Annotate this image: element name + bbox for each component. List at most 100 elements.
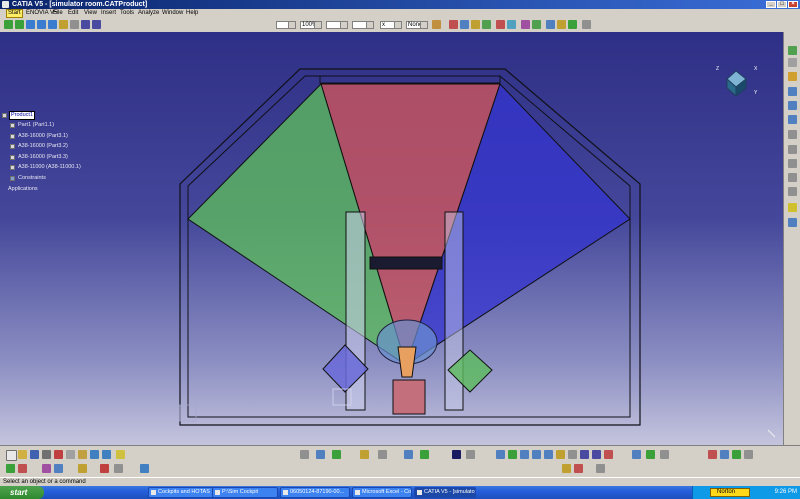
zoom-out-view-icon[interactable] bbox=[544, 450, 553, 459]
tree-item-a38-1[interactable]: A38-16000 (Part3.1) bbox=[18, 133, 68, 140]
explode-tool-icon[interactable] bbox=[788, 115, 797, 124]
menu-edit[interactable]: Edit bbox=[68, 9, 78, 18]
selective-load-icon[interactable] bbox=[532, 20, 541, 29]
measure-icon[interactable] bbox=[42, 464, 51, 473]
render-view-icon[interactable] bbox=[580, 450, 589, 459]
view-mode-icon[interactable] bbox=[70, 20, 79, 29]
menu-start[interactable]: Start bbox=[6, 9, 23, 18]
axis-icon[interactable] bbox=[316, 450, 325, 459]
ground-icon[interactable] bbox=[660, 450, 669, 459]
fix-component-icon[interactable] bbox=[788, 203, 797, 212]
measure-item-icon[interactable] bbox=[54, 464, 63, 473]
replace-component-icon[interactable] bbox=[496, 20, 505, 29]
pan-icon[interactable] bbox=[15, 20, 24, 29]
space-analysis-icon[interactable] bbox=[18, 464, 27, 473]
taskbar-btn-document[interactable]: 06050124-87190-00... bbox=[280, 487, 350, 498]
snap-tool-icon[interactable] bbox=[788, 101, 797, 110]
norton-badge[interactable]: Norton bbox=[710, 488, 750, 497]
publication-icon[interactable] bbox=[360, 450, 369, 459]
tree-item-part1[interactable]: Part1 (Part1.1) bbox=[18, 122, 54, 129]
zoom-combo[interactable]: 100% bbox=[300, 21, 322, 29]
render-style-icon[interactable] bbox=[452, 450, 461, 459]
catalog-browser-icon[interactable] bbox=[596, 464, 605, 473]
format-painter-icon[interactable] bbox=[432, 20, 441, 29]
tree-root-product[interactable]: Product1 bbox=[8, 111, 36, 120]
clock[interactable]: 9:26 PM bbox=[775, 486, 797, 499]
clash-tool-icon[interactable] bbox=[788, 130, 797, 139]
menu-help[interactable]: Help bbox=[186, 9, 198, 18]
zoom-out-icon[interactable] bbox=[48, 20, 57, 29]
visualization-mode-icon[interactable] bbox=[732, 450, 741, 459]
manage-representations-icon[interactable] bbox=[546, 20, 555, 29]
pan-view-icon[interactable] bbox=[508, 450, 517, 459]
tree-item-a38-11000[interactable]: A38-11000 (A38-11000.1) bbox=[18, 164, 81, 171]
update-icon[interactable] bbox=[708, 450, 717, 459]
existing-component-icon[interactable] bbox=[482, 20, 491, 29]
normal-view-icon[interactable] bbox=[59, 20, 68, 29]
taskbar-btn-sim-cockpit[interactable]: P:\Sim Cockpit bbox=[212, 487, 278, 498]
fly-icon[interactable] bbox=[4, 20, 13, 29]
catia-app-icon[interactable] bbox=[2, 1, 9, 8]
menu-insert[interactable]: Insert bbox=[101, 9, 116, 18]
close-button[interactable]: × bbox=[788, 1, 798, 8]
line-weight-combo[interactable] bbox=[352, 21, 374, 29]
compass[interactable]: Z X Y bbox=[716, 66, 757, 98]
swap-space-icon[interactable] bbox=[92, 20, 101, 29]
part-icon[interactable] bbox=[460, 20, 469, 29]
tree-item-applications[interactable]: Applications bbox=[8, 186, 38, 193]
line-type-combo[interactable] bbox=[326, 21, 348, 29]
copy-icon[interactable] bbox=[66, 450, 75, 459]
iso-view-icon[interactable] bbox=[568, 450, 577, 459]
minimize-button[interactable]: _ bbox=[766, 1, 776, 8]
product-icon[interactable] bbox=[449, 20, 458, 29]
coincidence-icon[interactable] bbox=[788, 145, 797, 154]
distance-icon[interactable] bbox=[114, 464, 123, 473]
fast-multi-instantiation-icon[interactable] bbox=[568, 20, 577, 29]
swap-visible-icon[interactable] bbox=[604, 450, 613, 459]
tree-item-constraints[interactable]: Constraints bbox=[18, 175, 46, 182]
menu-file[interactable]: File bbox=[53, 9, 63, 18]
point-style-combo[interactable]: x bbox=[380, 21, 402, 29]
rotate-view-icon[interactable] bbox=[520, 450, 529, 459]
normal-view-icon[interactable] bbox=[556, 450, 565, 459]
hide-show-view-icon[interactable] bbox=[592, 450, 601, 459]
menu-analyze[interactable]: Analyze bbox=[138, 9, 159, 18]
fix-together-icon[interactable] bbox=[788, 218, 797, 227]
graph-view-icon[interactable] bbox=[744, 450, 753, 459]
viewpoint-icon[interactable] bbox=[574, 464, 583, 473]
camera-icon[interactable] bbox=[562, 464, 571, 473]
taskbar-btn-excel[interactable]: Microsoft Excel - Coc... bbox=[352, 487, 412, 498]
move-tool-icon[interactable] bbox=[788, 72, 797, 81]
generate-numbering-icon[interactable] bbox=[521, 20, 530, 29]
walk-mode-icon[interactable] bbox=[420, 450, 429, 459]
sensor-icon[interactable] bbox=[582, 20, 591, 29]
zoom-in-view-icon[interactable] bbox=[532, 450, 541, 459]
catalog-icon[interactable] bbox=[6, 464, 15, 473]
zoom-in-icon[interactable] bbox=[37, 20, 46, 29]
manipulate-tool-icon[interactable] bbox=[788, 87, 797, 96]
menu-tools[interactable]: Tools bbox=[120, 9, 134, 18]
shading-icon[interactable] bbox=[466, 450, 475, 459]
print-icon[interactable] bbox=[42, 450, 51, 459]
contact-constraint-icon[interactable] bbox=[788, 159, 797, 168]
undo-icon[interactable] bbox=[90, 450, 99, 459]
offset-constraint-icon[interactable] bbox=[788, 173, 797, 182]
fly-mode-icon[interactable] bbox=[404, 450, 413, 459]
menu-window[interactable]: Window bbox=[162, 9, 183, 18]
measure-between-icon[interactable] bbox=[378, 450, 387, 459]
tree-item-a38-3[interactable]: A38-16000 (Part3.3) bbox=[18, 154, 68, 161]
annotation-icon[interactable] bbox=[78, 464, 87, 473]
graph-tree-icon[interactable] bbox=[507, 20, 516, 29]
depth-effect-icon[interactable] bbox=[646, 450, 655, 459]
3d-viewport[interactable]: Product1 Part1 (Part1.1) A38-16000 (Part… bbox=[0, 32, 783, 445]
open-icon[interactable] bbox=[18, 450, 27, 459]
layer-combo[interactable]: None bbox=[406, 21, 428, 29]
constraint-tool-icon[interactable] bbox=[788, 58, 797, 67]
tree-item-a38-2[interactable]: A38-16000 (Part3.2) bbox=[18, 143, 68, 150]
maximize-button[interactable]: □ bbox=[777, 1, 787, 8]
scenes-icon[interactable] bbox=[140, 464, 149, 473]
taskbar-btn-catia[interactable]: CATIA V5 - [simulator... bbox=[414, 487, 476, 498]
redo-icon[interactable] bbox=[102, 450, 111, 459]
design-mode-icon[interactable] bbox=[720, 450, 729, 459]
paste-icon[interactable] bbox=[78, 450, 87, 459]
